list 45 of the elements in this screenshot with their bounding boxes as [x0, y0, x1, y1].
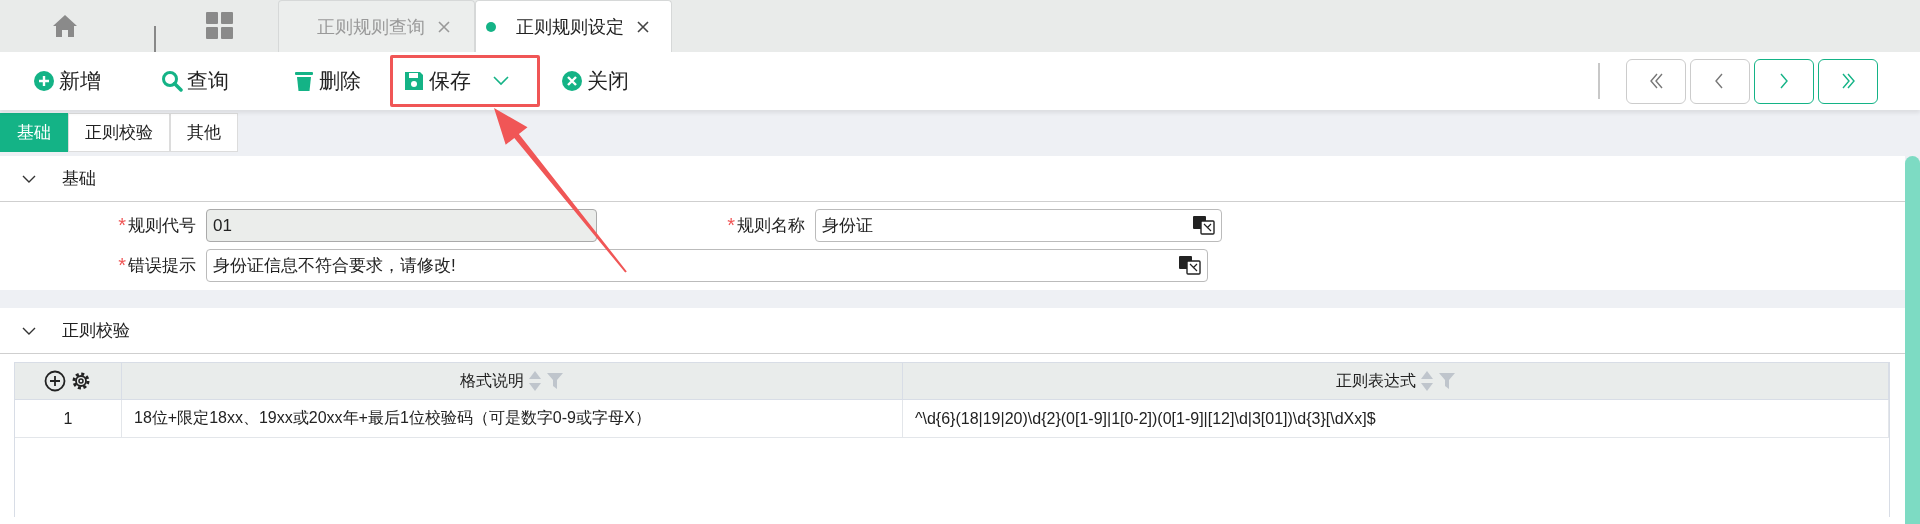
sort-icon[interactable]	[528, 370, 542, 392]
settings-icon[interactable]	[70, 370, 92, 392]
caret-icon[interactable]	[493, 76, 509, 86]
field-label: 错误提示	[128, 255, 196, 277]
input-field[interactable]: 身份证信息不符合要求，请修改!	[206, 249, 1208, 282]
scrollbar-thumb[interactable]	[1905, 156, 1920, 524]
add-row-icon[interactable]	[44, 370, 66, 392]
next-page-button[interactable]	[1754, 58, 1814, 104]
last-page-button[interactable]	[1818, 58, 1878, 104]
home-icon[interactable]	[52, 14, 78, 38]
filter-icon[interactable]	[1437, 372, 1456, 390]
sort-icon[interactable]	[1419, 370, 1434, 392]
active-dot	[486, 21, 496, 32]
trash-icon	[293, 70, 315, 92]
section-tab[interactable]: 正则校验	[68, 113, 170, 152]
save-button[interactable]: 保存	[390, 55, 540, 107]
double-chevron-left-icon	[1648, 73, 1664, 89]
search-button[interactable]: 查询	[148, 55, 242, 107]
column-header[interactable]: 正则表达式	[903, 363, 1889, 400]
add-button[interactable]: 新增	[20, 55, 114, 107]
filter-icon[interactable]	[546, 372, 564, 390]
section-title: 基础	[62, 168, 96, 190]
delete-button[interactable]: 删除	[280, 55, 374, 107]
close-icon	[561, 70, 583, 92]
double-chevron-right-icon	[1840, 73, 1856, 89]
tab[interactable]: 正则规则设定	[475, 0, 672, 52]
translate-icon[interactable]	[1193, 216, 1215, 235]
close-icon[interactable]	[636, 19, 650, 34]
row-number: 1	[15, 400, 122, 438]
close-button[interactable]: 关闭	[548, 55, 642, 107]
required-asterisk: *	[118, 214, 126, 237]
section-tab[interactable]: 其他	[170, 113, 238, 152]
section-title: 正则校验	[62, 320, 130, 342]
field-label: 规则名称	[737, 215, 805, 237]
search-icon	[161, 70, 183, 92]
field-label: 规则代号	[128, 215, 196, 237]
required-asterisk: *	[118, 254, 126, 277]
required-asterisk: *	[727, 214, 735, 237]
grid-icon[interactable]	[206, 12, 234, 40]
translate-icon[interactable]	[1179, 256, 1201, 275]
input-field[interactable]: 身份证	[815, 209, 1222, 242]
column-header[interactable]: 格式说明	[122, 363, 903, 400]
table-cell: ^\d{6}(18|19|20)\d{2}(0[1-9]|1[0-2])(0[1-9]|[12]\d|3[01])\d{3}[\dXx]$	[903, 400, 1889, 438]
plus-circle-icon	[33, 70, 55, 92]
table-cell: 18位+限定18xx、19xx或20xx年+最后1位校验码（可是数字0-9或字母X）	[122, 400, 903, 438]
